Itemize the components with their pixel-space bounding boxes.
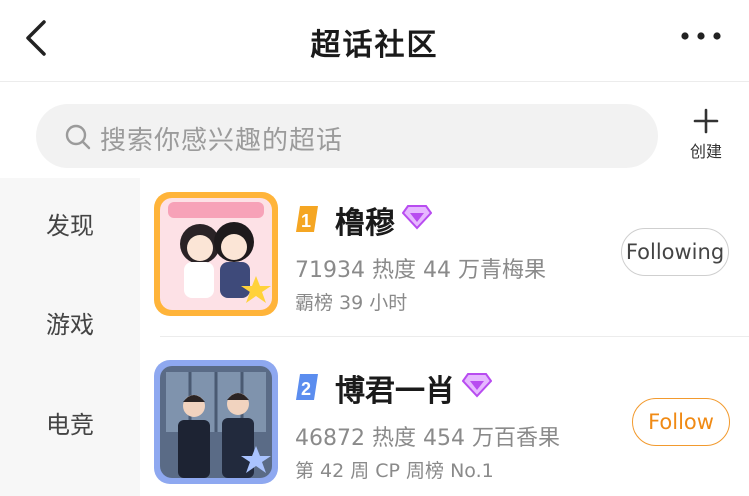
topic-avatar[interactable]: [154, 360, 278, 484]
topic-stats: 71934 热度 44 万青梅果: [295, 258, 546, 283]
topic-ranking-note: 霸榜 39 小时: [295, 292, 408, 314]
vip-diamond-icon: [402, 205, 432, 230]
sidebar-item-games[interactable]: 游戏: [0, 305, 140, 340]
create-label: 创建: [689, 142, 722, 161]
svg-text:2: 2: [301, 379, 311, 399]
search-input[interactable]: 搜索你感兴趣的超话: [36, 104, 658, 168]
row-divider: [160, 336, 749, 337]
vip-diamond-icon: [462, 373, 492, 398]
topic-avatar[interactable]: [154, 192, 278, 316]
topic-name[interactable]: 博君一肖: [335, 366, 455, 410]
top-bar: 超话社区: [0, 0, 749, 82]
create-button[interactable]: 创建: [680, 108, 732, 164]
plus-icon: [693, 108, 719, 134]
list-item[interactable]: 1 橹穆 71934 热度 44 万青梅果 霸榜 39 小时 Following: [140, 178, 749, 328]
search-icon: [65, 124, 91, 150]
category-sidebar: 发现 游戏 电竞: [0, 178, 140, 496]
topic-stats: 46872 热度 454 万百香果: [295, 426, 560, 451]
sidebar-item-esports[interactable]: 电竞: [0, 405, 140, 440]
follow-button[interactable]: Follow: [632, 398, 730, 446]
search-placeholder: 搜索你感兴趣的超话: [100, 126, 344, 156]
topic-ranking-note: 第 42 周 CP 周榜 No.1: [295, 460, 494, 482]
sidebar-item-discover[interactable]: 发现: [0, 206, 140, 241]
rank-badge: 2: [296, 374, 318, 400]
svg-text:1: 1: [301, 211, 311, 231]
rank-badge: 1: [296, 206, 318, 232]
anime-couple-image: [160, 198, 272, 310]
more-horizontal-icon[interactable]: [677, 22, 725, 50]
page-title: 超话社区: [310, 28, 439, 63]
list-item[interactable]: 2 博君一肖 46872 热度 454 万百香果 第 42 周 CP 周榜 No…: [140, 346, 749, 496]
following-button[interactable]: Following: [621, 228, 729, 276]
topic-name[interactable]: 橹穆: [335, 198, 395, 242]
couple-photo-image: [160, 366, 272, 478]
